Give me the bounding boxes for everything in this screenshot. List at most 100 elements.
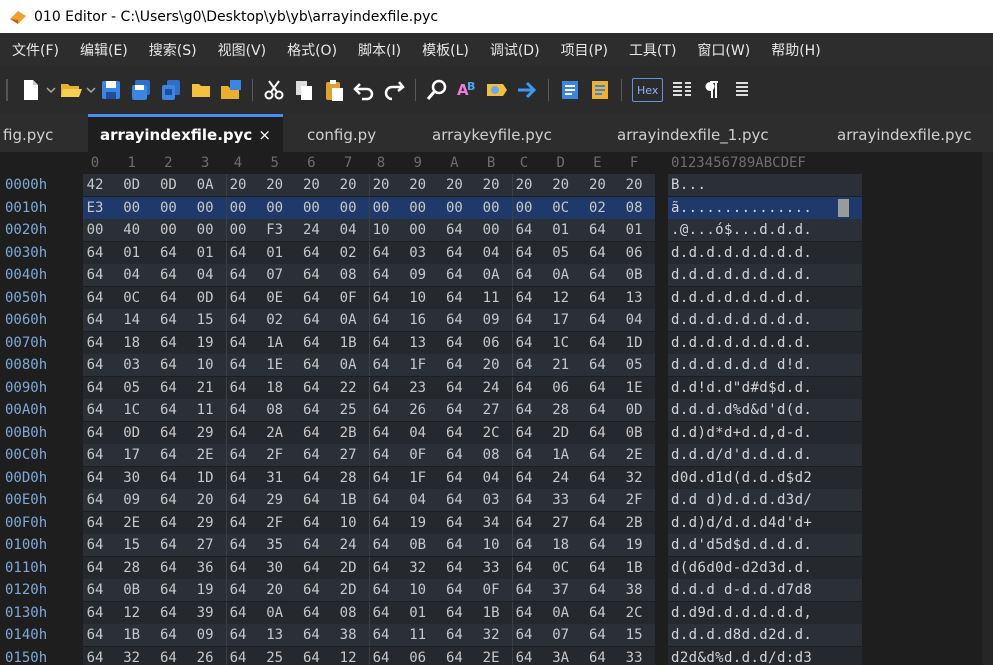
hex-byte[interactable]: 05 [551, 242, 571, 264]
hex-byte[interactable]: 04 [624, 309, 644, 331]
hex-byte[interactable]: 64 [371, 399, 391, 421]
hex-byte[interactable]: 64 [85, 557, 105, 579]
hex-byte[interactable]: 11 [481, 287, 501, 309]
ascii-text[interactable]: d.d.d.d.d.d.d.d. [671, 242, 812, 264]
hex-row[interactable]: 00F0h 64 2E 64 29 64 2F 64 10 64 19 64 34 64 27 64 2B d.d… [0, 511, 993, 534]
hex-byte[interactable]: 64 [158, 602, 178, 624]
ascii-text[interactable]: .@...ó$...d.d.d. [671, 219, 812, 241]
hex-byte[interactable]: 03 [481, 489, 501, 511]
hex-byte[interactable]: 2C [481, 422, 501, 444]
hex-byte[interactable]: 1C [551, 332, 571, 354]
hex-byte[interactable]: 64 [228, 647, 248, 665]
hex-byte[interactable]: 38 [624, 579, 644, 601]
hex-byte[interactable]: 64 [158, 399, 178, 421]
hex-byte[interactable]: 1B [122, 624, 142, 646]
hex-byte[interactable]: 64 [228, 602, 248, 624]
hex-byte[interactable]: 64 [444, 467, 464, 489]
hex-byte[interactable]: 64 [587, 579, 607, 601]
hex-byte[interactable]: 2E [624, 444, 644, 466]
hex-byte[interactable]: 25 [265, 647, 285, 665]
hex-byte[interactable]: 64 [85, 264, 105, 286]
hex-byte[interactable]: 64 [158, 557, 178, 579]
menu-templates[interactable]: 模板(L) [409, 40, 477, 60]
hex-byte[interactable]: 64 [85, 242, 105, 264]
hex-byte[interactable]: 00 [408, 197, 428, 219]
hex-byte[interactable]: 64 [514, 219, 534, 241]
hex-byte[interactable]: 26 [408, 399, 428, 421]
hex-byte[interactable]: 33 [624, 647, 644, 665]
hex-byte[interactable]: 42 [85, 174, 105, 196]
hex-byte[interactable]: 00 [158, 219, 178, 241]
hex-byte[interactable]: 64 [587, 534, 607, 556]
hex-byte[interactable]: 64 [514, 557, 534, 579]
hex-byte[interactable]: 64 [514, 624, 534, 646]
hex-byte[interactable]: 0C [551, 557, 571, 579]
hex-byte[interactable]: 2D [551, 422, 571, 444]
hex-row[interactable]: 0150h 64 32 64 26 64 25 64 12 64 06 64 2E 64 3A 64 33 d2d… [0, 646, 993, 665]
hex-byte[interactable]: 40 [122, 219, 142, 241]
hex-byte[interactable]: 09 [195, 624, 215, 646]
hex-row[interactable]: 00D0h 64 30 64 1D 64 31 64 28 64 1F 64 04 64 24 64 32 d0d… [0, 466, 993, 489]
ascii-text[interactable]: d.d.d d-d.d.d7d8 [671, 579, 812, 601]
hex-byte[interactable]: 64 [85, 647, 105, 665]
hex-byte[interactable]: E3 [85, 197, 105, 219]
hex-byte[interactable]: 28 [122, 557, 142, 579]
hex-byte[interactable]: 02 [587, 197, 607, 219]
hex-byte[interactable]: 64 [301, 624, 321, 646]
hex-byte[interactable]: 20 [265, 579, 285, 601]
hex-byte[interactable]: 64 [587, 399, 607, 421]
hex-byte[interactable]: 64 [444, 242, 464, 264]
hex-byte[interactable]: 64 [228, 557, 248, 579]
hex-byte[interactable]: 37 [551, 579, 571, 601]
hex-byte[interactable]: 64 [301, 287, 321, 309]
hex-byte[interactable]: 00 [85, 219, 105, 241]
hex-byte[interactable]: 04 [122, 264, 142, 286]
hex-byte[interactable]: 32 [481, 624, 501, 646]
hex-byte[interactable]: 64 [301, 354, 321, 376]
hex-byte[interactable]: 64 [228, 399, 248, 421]
hex-byte[interactable]: 64 [371, 557, 391, 579]
hex-byte[interactable]: 09 [122, 489, 142, 511]
hex-byte[interactable]: 09 [481, 309, 501, 331]
hex-byte[interactable]: 0B [122, 579, 142, 601]
hex-byte[interactable]: 64 [228, 242, 248, 264]
hex-byte[interactable]: 13 [408, 332, 428, 354]
hex-byte[interactable]: 20 [408, 174, 428, 196]
hex-byte[interactable]: 64 [514, 444, 534, 466]
hex-byte[interactable]: 0D [195, 287, 215, 309]
hex-byte[interactable]: 31 [265, 467, 285, 489]
hex-byte[interactable]: 0E [265, 287, 285, 309]
hex-byte[interactable]: 64 [514, 422, 534, 444]
hex-byte[interactable]: 64 [371, 489, 391, 511]
hex-byte[interactable]: 10 [371, 219, 391, 241]
columns-icon[interactable] [667, 75, 697, 105]
hex-byte[interactable]: 00 [228, 219, 248, 241]
hex-byte[interactable]: 38 [338, 624, 358, 646]
hex-byte[interactable]: 64 [371, 444, 391, 466]
hex-byte[interactable]: 00 [371, 197, 391, 219]
hex-byte[interactable]: 04 [481, 467, 501, 489]
hex-byte[interactable]: 64 [514, 579, 534, 601]
ascii-text[interactable]: d.d.d.d8d.d2d.d. [671, 624, 812, 646]
copy-icon[interactable] [289, 75, 319, 105]
hex-byte[interactable]: 64 [444, 602, 464, 624]
hex-byte[interactable]: 27 [481, 399, 501, 421]
hex-byte[interactable]: 64 [444, 309, 464, 331]
hex-byte[interactable]: 27 [195, 534, 215, 556]
hex-byte[interactable]: 64 [228, 624, 248, 646]
goto-icon[interactable] [512, 75, 542, 105]
hex-byte[interactable]: 64 [301, 242, 321, 264]
hex-byte[interactable]: 00 [228, 197, 248, 219]
hex-byte[interactable]: 08 [481, 444, 501, 466]
hex-byte[interactable]: 18 [551, 534, 571, 556]
save-icon[interactable] [96, 75, 126, 105]
hex-byte[interactable]: 02 [338, 242, 358, 264]
hex-byte[interactable]: 64 [158, 354, 178, 376]
hex-byte[interactable]: 27 [551, 512, 571, 534]
hex-byte[interactable]: 2D [338, 579, 358, 601]
hex-byte[interactable]: 0A [195, 174, 215, 196]
hex-byte[interactable]: 0C [122, 287, 142, 309]
hex-byte[interactable]: 09 [408, 264, 428, 286]
hex-byte[interactable]: 0D [158, 174, 178, 196]
find-icon[interactable] [422, 75, 452, 105]
